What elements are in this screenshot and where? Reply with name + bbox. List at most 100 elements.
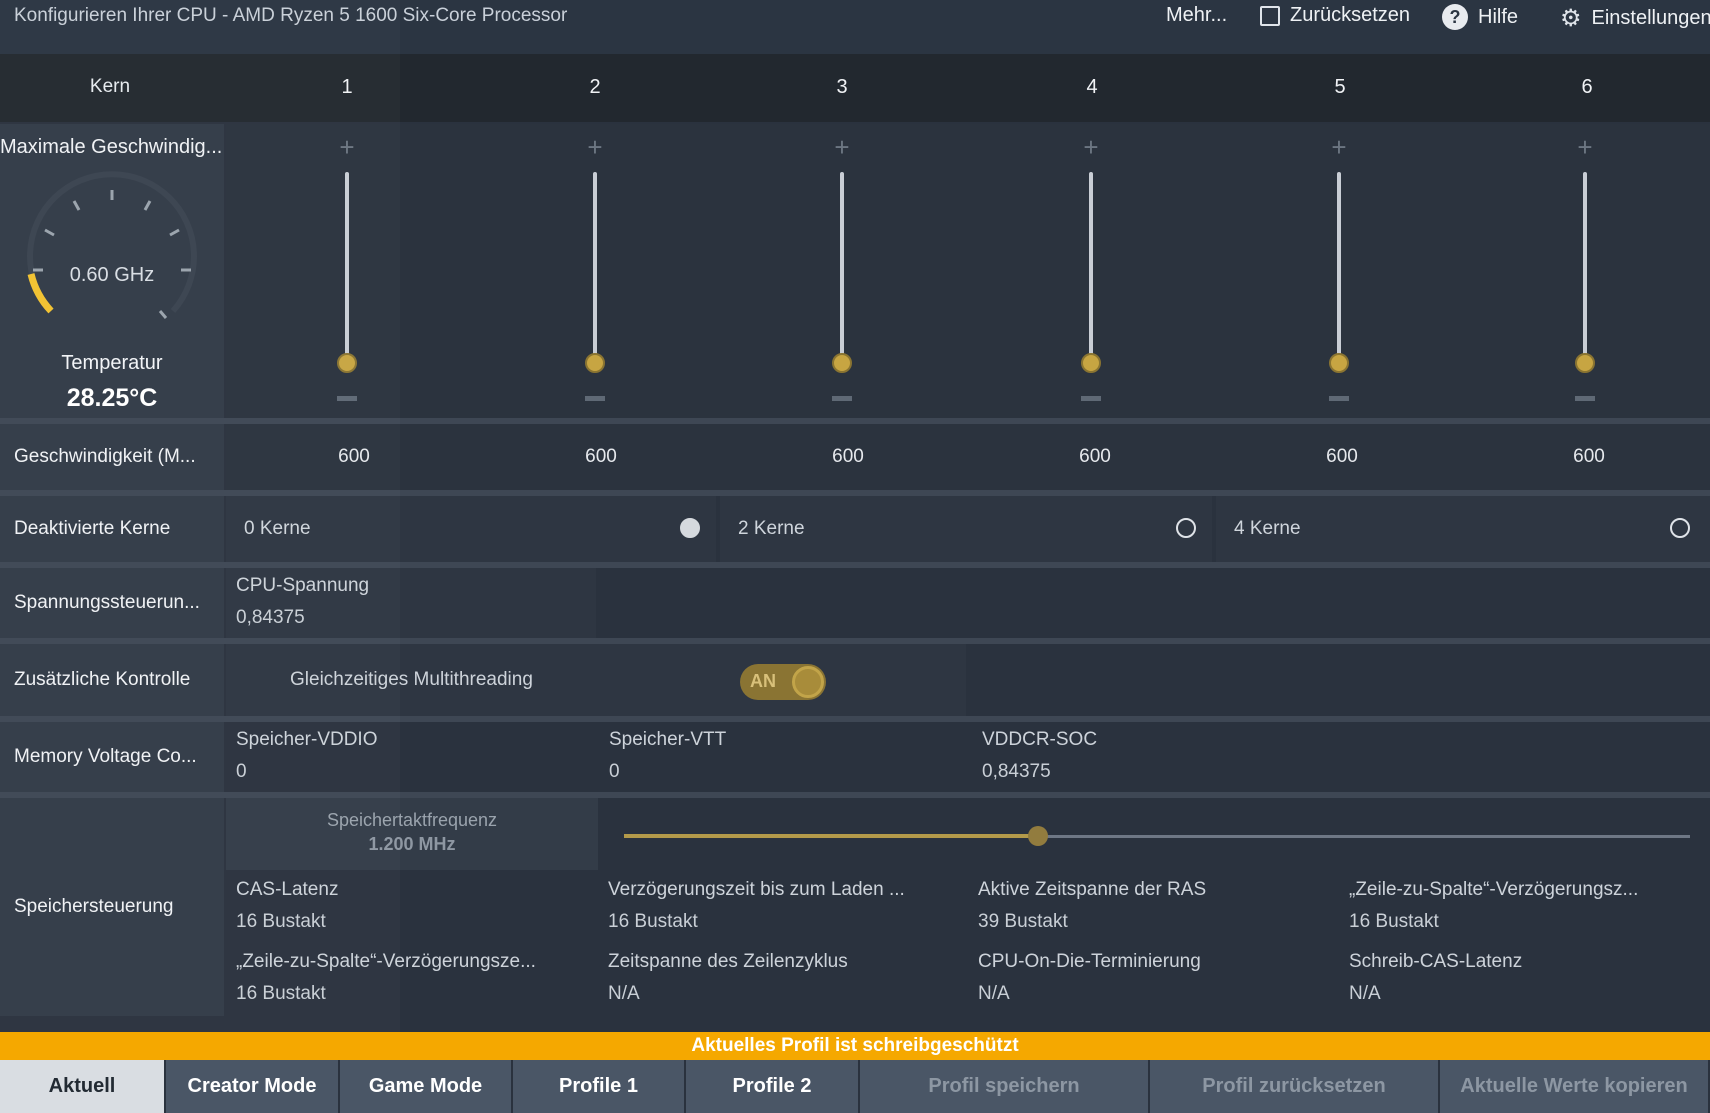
item-value[interactable]: 0 (609, 756, 726, 788)
minus-icon[interactable] (1329, 396, 1349, 401)
timing-item: Zeitspanne des Zeilenzyklus N/A (608, 946, 848, 1010)
speed-value[interactable]: 600 (1302, 446, 1382, 468)
plus-icon[interactable]: + (1319, 132, 1359, 163)
radio-unselected-icon[interactable] (1670, 518, 1690, 538)
slider-track[interactable] (1583, 172, 1587, 362)
speed-value[interactable]: 600 (1055, 446, 1135, 468)
speed-value[interactable]: 600 (314, 446, 394, 468)
tab-profile-2[interactable]: Profile 2 (686, 1060, 860, 1113)
title-bar: Konfigurieren Ihrer CPU - AMD Ryzen 5 16… (0, 0, 1710, 54)
timing-value[interactable]: N/A (978, 978, 1201, 1010)
timing-name: „Zeile-zu-Spalte“-Verzögerungsz... (1349, 879, 1639, 900)
item-name: VDDCR-SOC (982, 729, 1098, 750)
slider-knob[interactable] (1081, 353, 1101, 373)
plus-icon[interactable]: + (1565, 132, 1605, 163)
tab-profile-1[interactable]: Profile 1 (513, 1060, 686, 1113)
cpu-voltage-value[interactable]: 0,84375 (236, 602, 369, 634)
plus-icon[interactable]: + (575, 132, 615, 163)
settings-button[interactable]: ⚙ Einstellungen (1560, 4, 1710, 33)
speed-row: 600 600 600 600 600 600 (226, 424, 1710, 490)
timing-item: „Zeile-zu-Spalte“-Verzögerungsze... 16 B… (236, 946, 536, 1010)
reset-button[interactable]: Zurücksetzen (1260, 4, 1410, 27)
timing-value[interactable]: 16 Bustakt (608, 906, 905, 938)
save-profile-button[interactable]: Profil speichern (860, 1060, 1150, 1113)
slider-knob[interactable] (1329, 353, 1349, 373)
additional-control-label: Zusätzliche Kontrolle (0, 644, 224, 716)
toggle-knob[interactable] (792, 666, 824, 698)
slider-track[interactable] (593, 172, 597, 362)
radio-option-label: 2 Kerne (738, 518, 805, 539)
slider-knob[interactable] (1575, 353, 1595, 373)
slider-knob[interactable] (832, 353, 852, 373)
item-name: Speicher-VDDIO (236, 729, 378, 750)
tab-aktuell[interactable]: Aktuell (0, 1060, 166, 1113)
slider-knob[interactable] (337, 353, 357, 373)
memory-voltage-label: Memory Voltage Co... (0, 722, 224, 792)
slider-track[interactable] (840, 172, 844, 362)
temperature-value: 28.25°C (66, 384, 158, 412)
item-value[interactable]: 0,84375 (982, 756, 1097, 788)
core-slider-3[interactable]: + (822, 124, 862, 418)
row-divider (0, 716, 1710, 722)
core-slider-4[interactable]: + (1071, 124, 1111, 418)
speed-value[interactable]: 600 (561, 446, 641, 468)
minus-icon[interactable] (585, 396, 605, 401)
memory-clock-slider-fill[interactable] (624, 834, 1038, 838)
gauge-ticks (33, 190, 191, 319)
more-menu[interactable]: Mehr... (1166, 4, 1227, 27)
core-slider-6[interactable]: + (1565, 124, 1605, 418)
core-number: 1 (341, 76, 353, 98)
core-number: 6 (1581, 76, 1593, 98)
temperature-label: Temperatur (61, 352, 163, 374)
plus-icon[interactable]: + (327, 132, 367, 163)
slider-track[interactable] (345, 172, 349, 362)
item-value[interactable]: 0 (236, 756, 378, 788)
core-slider-1[interactable]: + (327, 124, 367, 418)
smt-label: Gleichzeitiges Multithreading (290, 669, 533, 690)
radio-option-0-cores[interactable]: 0 Kerne (226, 496, 716, 562)
radio-selected-icon[interactable] (680, 518, 700, 538)
memory-control-label: Speichersteuerung (0, 798, 224, 1016)
memory-clock-value: 1.200 MHz (368, 834, 456, 854)
slider-track[interactable] (1089, 172, 1093, 362)
timing-value[interactable]: 39 Bustakt (978, 906, 1206, 938)
tab-game-mode[interactable]: Game Mode (340, 1060, 513, 1113)
plus-icon[interactable]: + (822, 132, 862, 163)
minus-icon[interactable] (1081, 396, 1101, 401)
speed-value[interactable]: 600 (1549, 446, 1629, 468)
timing-value[interactable]: 16 Bustakt (1349, 906, 1638, 938)
radio-option-4-cores[interactable]: 4 Kerne (1216, 496, 1710, 562)
reset-profile-button[interactable]: Profil zurücksetzen (1150, 1060, 1440, 1113)
radio-option-2-cores[interactable]: 2 Kerne (720, 496, 1212, 562)
core-slider-2[interactable]: + (575, 124, 615, 418)
minus-icon[interactable] (1575, 396, 1595, 401)
speed-value[interactable]: 600 (808, 446, 888, 468)
minus-icon[interactable] (832, 396, 852, 401)
smt-cell: Gleichzeitiges Multithreading (226, 644, 966, 716)
timing-value[interactable]: N/A (1349, 978, 1522, 1010)
timing-value[interactable]: 16 Bustakt (236, 978, 536, 1010)
radio-option-label: 0 Kerne (244, 518, 311, 539)
speed-row-label: Geschwindigkeit (M... (0, 424, 224, 490)
timing-value[interactable]: 16 Bustakt (236, 906, 338, 938)
tab-creator-mode[interactable]: Creator Mode (166, 1060, 340, 1113)
smt-toggle[interactable]: AN (740, 664, 826, 700)
radio-unselected-icon[interactable] (1176, 518, 1196, 538)
help-button[interactable]: ? Hilfe (1442, 4, 1518, 30)
memory-clock-slider-knob[interactable] (1028, 826, 1048, 846)
help-label: Hilfe (1478, 5, 1519, 28)
core-slider-5[interactable]: + (1319, 124, 1359, 418)
timing-value[interactable]: N/A (608, 978, 848, 1010)
window-title: Konfigurieren Ihrer CPU - AMD Ryzen 5 16… (14, 5, 568, 26)
slider-knob[interactable] (585, 353, 605, 373)
minus-icon[interactable] (337, 396, 357, 401)
memory-voltage-item: VDDCR-SOC 0,84375 (982, 724, 1097, 788)
copy-current-values-button[interactable]: Aktuelle Werte kopieren (1440, 1060, 1710, 1113)
timing-name: Aktive Zeitspanne der RAS (978, 879, 1207, 900)
timing-item: Aktive Zeitspanne der RAS 39 Bustakt (978, 874, 1206, 938)
memory-clock-label: Speichertaktfrequenz (326, 810, 498, 830)
gauge-value: 0.60 GHz (69, 264, 155, 286)
slider-track[interactable] (1337, 172, 1341, 362)
plus-icon[interactable]: + (1071, 132, 1111, 163)
core-number: 3 (836, 76, 848, 98)
